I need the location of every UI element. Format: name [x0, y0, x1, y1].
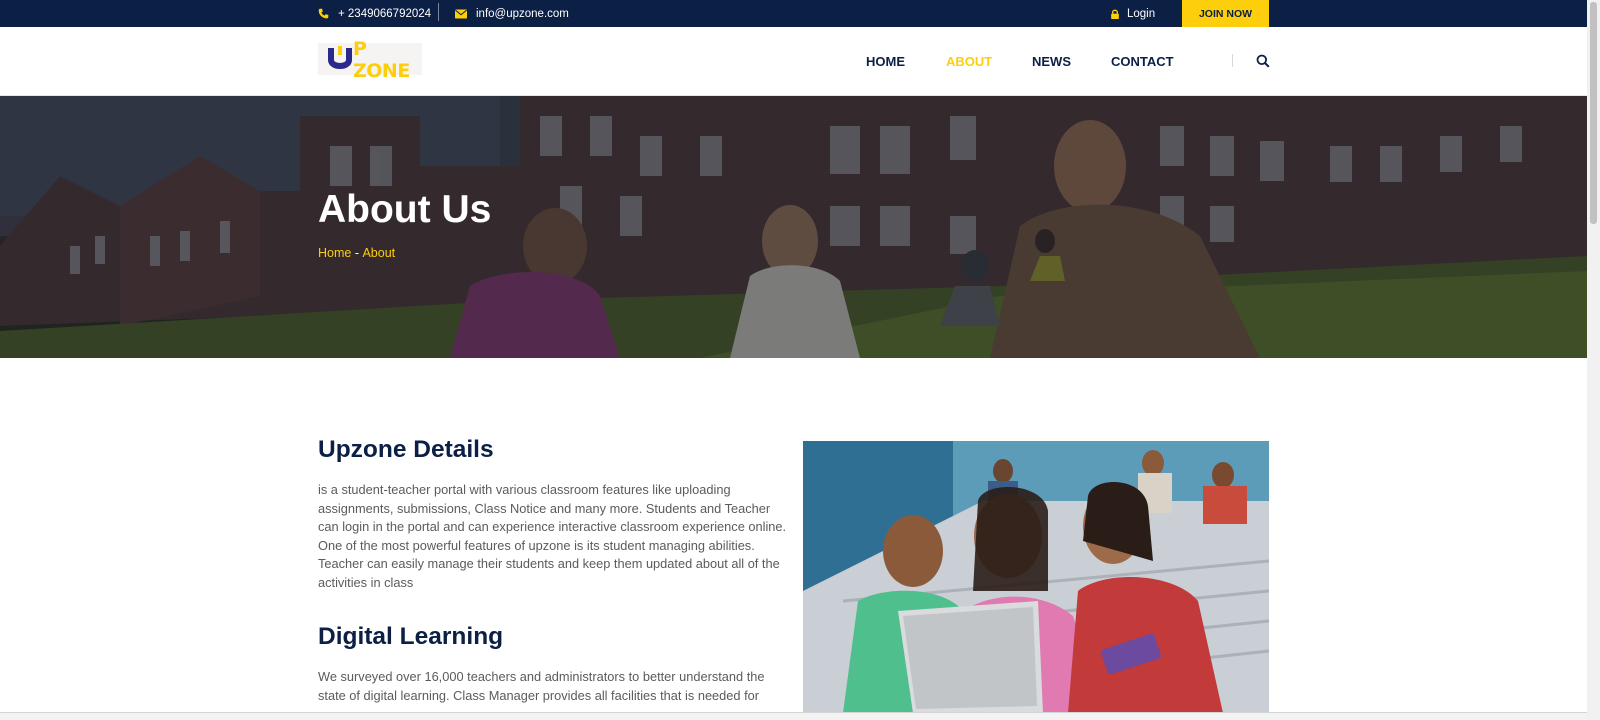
- page-scrollbar[interactable]: [1587, 0, 1600, 720]
- logo-u-mark: [328, 46, 352, 72]
- phone-contact[interactable]: + 2349066792024: [318, 0, 431, 27]
- page-banner: About Us Home - About: [0, 96, 1587, 358]
- banner-overlay: [0, 96, 1587, 358]
- main-header: P ZONE HOME ABOUT NEWS CONTACT: [0, 27, 1587, 96]
- email-address: info@upzone.com: [476, 7, 569, 20]
- nav-about[interactable]: ABOUT: [946, 27, 992, 96]
- top-bar: + 2349066792024 info@upzone.com Login JO…: [0, 0, 1587, 27]
- details-heading: Upzone Details: [318, 436, 494, 463]
- email-contact[interactable]: info@upzone.com: [455, 0, 569, 27]
- nav-contact[interactable]: CONTACT: [1111, 27, 1174, 96]
- phone-icon: [318, 8, 329, 19]
- header-divider: [1232, 54, 1233, 67]
- search-icon[interactable]: [1256, 54, 1270, 68]
- students-laptop-image: [803, 441, 1269, 713]
- login-label: Login: [1127, 7, 1156, 20]
- join-now-button[interactable]: JOIN NOW: [1182, 0, 1269, 27]
- page-title: About Us: [318, 188, 492, 231]
- nav-news[interactable]: NEWS: [1032, 27, 1071, 96]
- breadcrumb-home[interactable]: Home: [318, 246, 351, 260]
- phone-number: + 2349066792024: [338, 7, 432, 20]
- logo-text: P ZONE: [353, 38, 410, 82]
- breadcrumb-separator: -: [351, 246, 363, 260]
- envelope-icon: [455, 9, 467, 19]
- lock-icon: [1111, 9, 1119, 19]
- scrollbar-thumb[interactable]: [1590, 2, 1597, 224]
- nav-home[interactable]: HOME: [866, 27, 905, 96]
- digital-learning-heading: Digital Learning: [318, 623, 504, 650]
- digital-learning-paragraph: We surveyed over 16,000 teachers and adm…: [318, 669, 765, 703]
- login-link[interactable]: Login: [1111, 0, 1155, 27]
- breadcrumb-current: About: [362, 246, 396, 260]
- topbar-divider: [438, 3, 439, 21]
- bottom-strip: [0, 712, 1587, 720]
- site-logo[interactable]: P ZONE: [318, 38, 422, 82]
- details-paragraph: is a student-teacher portal with various…: [318, 482, 787, 590]
- breadcrumb: Home - About: [318, 246, 395, 260]
